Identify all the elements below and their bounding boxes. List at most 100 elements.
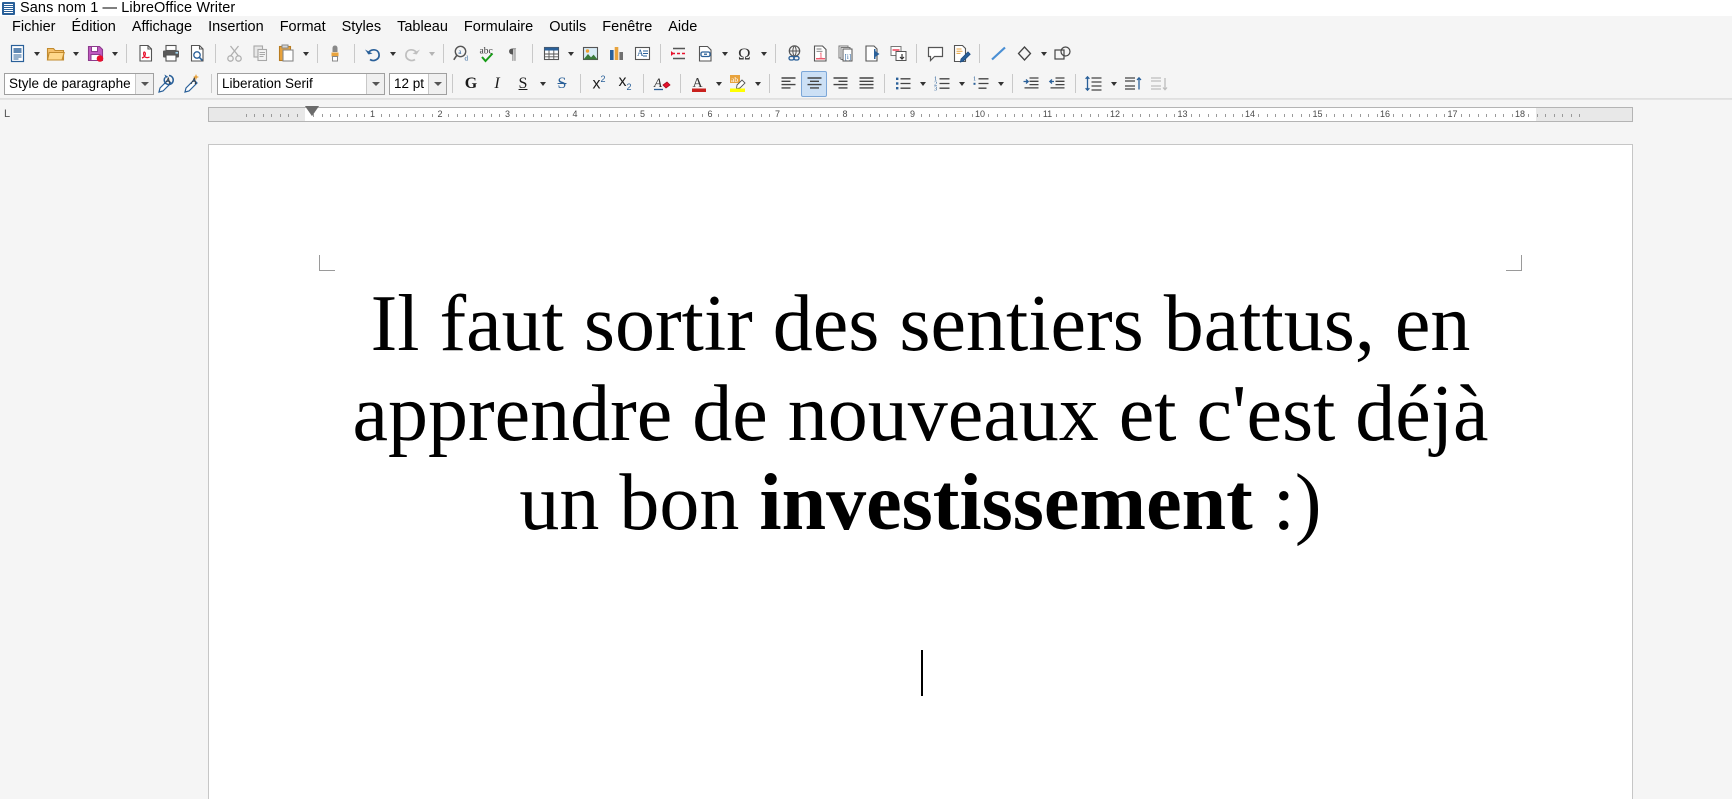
insert-image-icon[interactable] bbox=[577, 41, 603, 67]
insert-bookmark-icon[interactable] bbox=[859, 41, 885, 67]
menu-format[interactable]: Format bbox=[272, 18, 334, 36]
save-icon[interactable] bbox=[82, 41, 108, 67]
insert-cross-reference-icon[interactable] bbox=[885, 41, 911, 67]
redo-dropdown-icon[interactable] bbox=[425, 41, 438, 67]
insert-comment-icon[interactable] bbox=[922, 41, 948, 67]
decrease-indent-icon[interactable] bbox=[1044, 71, 1070, 97]
unordered-list-icon[interactable] bbox=[890, 71, 916, 97]
menu-aide[interactable]: Aide bbox=[660, 18, 705, 36]
toolbar-separator bbox=[443, 44, 444, 63]
font-size-combobox[interactable]: 12 pt bbox=[389, 72, 447, 95]
subscript-button[interactable]: x2 bbox=[612, 71, 638, 97]
menu-insertion[interactable]: Insertion bbox=[200, 18, 272, 36]
line-spacing-icon[interactable] bbox=[1081, 71, 1107, 97]
outline-list-icon[interactable]: 1 bbox=[968, 71, 994, 97]
italic-button[interactable]: I bbox=[484, 71, 510, 97]
highlighting-color-dropdown-icon[interactable] bbox=[751, 71, 764, 97]
menu-edition[interactable]: Édition bbox=[64, 18, 124, 36]
decrease-paragraph-spacing-icon[interactable] bbox=[1146, 71, 1172, 97]
insert-text-box-icon[interactable]: A bbox=[629, 41, 655, 67]
print-icon[interactable] bbox=[158, 41, 184, 67]
find-replace-icon[interactable]: a d bbox=[449, 41, 475, 67]
align-right-icon[interactable] bbox=[827, 71, 853, 97]
font-color-icon[interactable]: A bbox=[686, 71, 712, 97]
insert-line-icon[interactable] bbox=[985, 41, 1011, 67]
insert-field-dropdown-icon[interactable] bbox=[718, 41, 731, 67]
open-file-icon[interactable] bbox=[43, 41, 69, 67]
menu-fenetre[interactable]: Fenêtre bbox=[594, 18, 660, 36]
spelling-icon[interactable]: abc bbox=[475, 41, 501, 67]
formatting-marks-icon[interactable]: ¶ bbox=[501, 41, 527, 67]
menu-tableau[interactable]: Tableau bbox=[389, 18, 456, 36]
track-changes-icon[interactable] bbox=[948, 41, 974, 67]
paste-icon[interactable] bbox=[273, 41, 299, 67]
font-name-combobox[interactable]: Liberation Serif bbox=[217, 72, 385, 95]
font-name-dropdown-icon[interactable] bbox=[366, 73, 384, 94]
outline-list-dropdown-icon[interactable] bbox=[994, 71, 1007, 97]
insert-hyperlink-icon[interactable] bbox=[781, 41, 807, 67]
increase-paragraph-spacing-icon[interactable] bbox=[1120, 71, 1146, 97]
insert-footnote-icon[interactable]: 1 bbox=[807, 41, 833, 67]
menu-fichier[interactable]: Fichier bbox=[4, 18, 64, 36]
unordered-list-dropdown-icon[interactable] bbox=[916, 71, 929, 97]
print-preview-icon[interactable] bbox=[184, 41, 210, 67]
menu-styles[interactable]: Styles bbox=[334, 18, 390, 36]
insert-table-icon[interactable] bbox=[538, 41, 564, 67]
font-color-dropdown-icon[interactable] bbox=[712, 71, 725, 97]
paragraph-style-combobox[interactable]: Style de paragraphe par défa bbox=[4, 72, 154, 95]
underline-dropdown-icon[interactable] bbox=[536, 71, 549, 97]
redo-icon[interactable] bbox=[399, 41, 425, 67]
bold-button[interactable]: G bbox=[458, 71, 484, 97]
menu-outils[interactable]: Outils bbox=[541, 18, 594, 36]
underline-button[interactable]: S bbox=[510, 71, 536, 97]
basic-shapes-icon[interactable] bbox=[1011, 41, 1037, 67]
align-center-icon[interactable] bbox=[801, 70, 827, 97]
line-spacing-dropdown-icon[interactable] bbox=[1107, 71, 1120, 97]
document-area[interactable]: Il faut sortir des sentiers battus, en a… bbox=[0, 125, 1732, 799]
insert-endnote-icon[interactable]: [i] bbox=[833, 41, 859, 67]
insert-chart-icon[interactable] bbox=[603, 41, 629, 67]
align-left-icon[interactable] bbox=[775, 71, 801, 97]
ruler-tick bbox=[1351, 114, 1353, 117]
clone-formatting-icon[interactable] bbox=[323, 41, 349, 67]
ordered-list-icon[interactable]: 1 2 3 bbox=[929, 71, 955, 97]
menu-affichage[interactable]: Affichage bbox=[124, 18, 200, 36]
document-paragraph[interactable]: Il faut sortir des sentiers battus, en a… bbox=[335, 280, 1506, 549]
special-character-dropdown-icon[interactable] bbox=[757, 41, 770, 67]
align-justified-icon[interactable] bbox=[853, 71, 879, 97]
superscript-button[interactable]: x2 bbox=[586, 71, 612, 97]
ordered-list-dropdown-icon[interactable] bbox=[955, 71, 968, 97]
new-document-icon[interactable] bbox=[4, 41, 30, 67]
document-page[interactable]: Il faut sortir des sentiers battus, en a… bbox=[208, 144, 1633, 799]
clear-direct-formatting-icon[interactable]: A bbox=[649, 71, 675, 97]
highlighting-color-icon[interactable]: ab bbox=[725, 71, 751, 97]
ruler-tick bbox=[431, 114, 433, 117]
copy-icon[interactable] bbox=[247, 41, 273, 67]
ruler-tick bbox=[397, 114, 399, 117]
undo-icon[interactable] bbox=[360, 41, 386, 67]
new-style-from-selection-icon[interactable]: A bbox=[180, 71, 206, 97]
insert-table-dropdown-icon[interactable] bbox=[564, 41, 577, 67]
menu-formulaire[interactable]: Formulaire bbox=[456, 18, 541, 36]
font-size-dropdown-icon[interactable] bbox=[428, 73, 446, 94]
paragraph-style-dropdown-icon[interactable] bbox=[135, 73, 153, 94]
undo-dropdown-icon[interactable] bbox=[386, 41, 399, 67]
toolbar-separator bbox=[580, 74, 581, 93]
insert-field-icon[interactable] bbox=[692, 41, 718, 67]
save-dropdown-icon[interactable] bbox=[108, 41, 121, 67]
increase-indent-icon[interactable] bbox=[1018, 71, 1044, 97]
page-break-icon[interactable] bbox=[666, 41, 692, 67]
new-document-dropdown-icon[interactable] bbox=[30, 41, 43, 67]
horizontal-ruler[interactable]: 1 2 3 4 5 6 7 8 9 10 11 12 13 14 15 16 17 18 bbox=[208, 107, 1633, 122]
first-line-indent-marker[interactable] bbox=[305, 106, 319, 116]
strikethrough-button[interactable]: S bbox=[549, 71, 575, 97]
update-selected-style-icon[interactable]: A bbox=[154, 71, 180, 97]
basic-shapes-dropdown-icon[interactable] bbox=[1037, 41, 1050, 67]
export-pdf-icon[interactable] bbox=[132, 41, 158, 67]
cut-icon[interactable] bbox=[221, 41, 247, 67]
show-draw-functions-icon[interactable] bbox=[1050, 41, 1076, 67]
paste-dropdown-icon[interactable] bbox=[299, 41, 312, 67]
special-character-icon[interactable]: Ω bbox=[731, 41, 757, 67]
open-file-dropdown-icon[interactable] bbox=[69, 41, 82, 67]
ruler-tick bbox=[279, 114, 281, 117]
